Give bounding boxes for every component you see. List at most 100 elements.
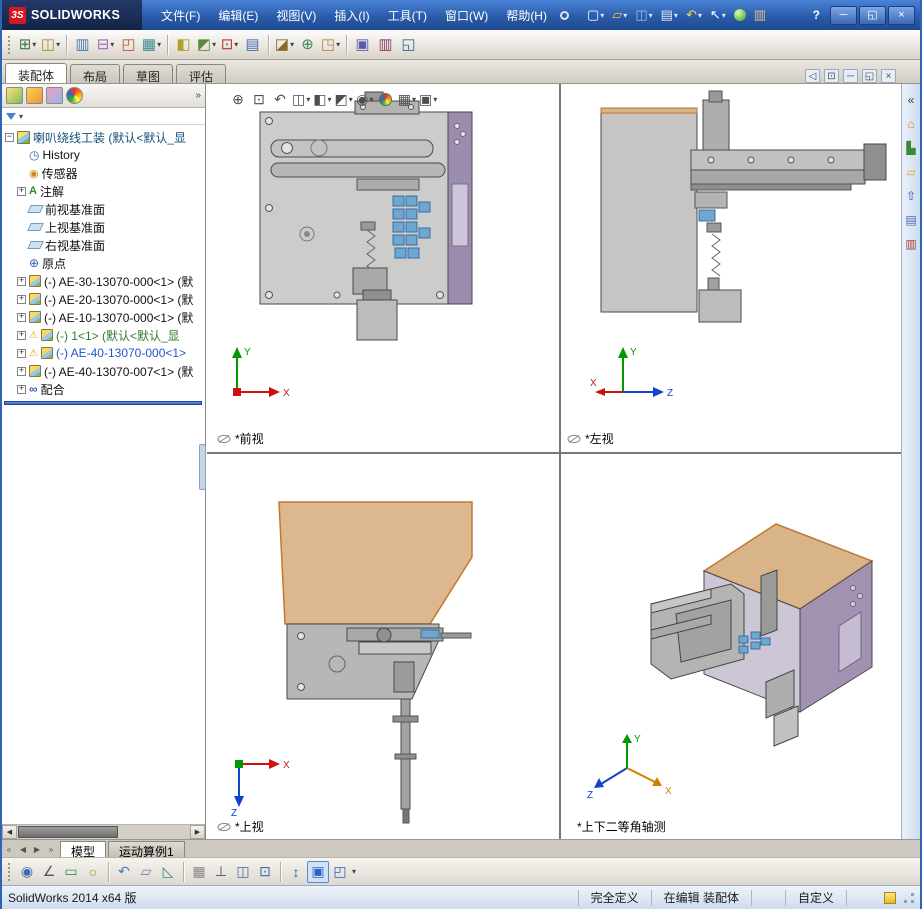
tree-item-top-plane[interactable]: 上视基准面 [2,218,205,236]
tree-item-sensors[interactable]: ◉ 传感器 [2,164,205,182]
smart-fasteners-button[interactable]: ◰ [117,33,140,57]
parallelogram-tool-button[interactable]: ▱ [135,861,157,883]
first-tab-button[interactable]: « [2,841,16,857]
property-manager-tab-icon[interactable] [26,87,43,104]
tree-item-ae-40-13070-007[interactable]: + (-) AE-40-13070-007<1> (默 [2,362,205,380]
previous-view-button[interactable]: ↶ [271,89,289,109]
rollback-bar[interactable] [4,401,202,405]
tree-item-history[interactable]: ◷ History [2,146,205,164]
collapse-icon[interactable]: − [5,132,14,142]
maximize-button[interactable]: ◱ [859,5,886,25]
tree-item-front-plane[interactable]: 前视基准面 [2,200,205,218]
rectangle-tool-button[interactable]: ▭ [60,861,82,883]
toolbar-grip[interactable] [8,35,11,54]
tab-motion-study[interactable]: 运动算例1 [108,841,185,859]
edit-appearance-button[interactable] [377,89,395,109]
insert-components-button[interactable]: ◫ ▾ [39,33,62,57]
filter-funnel-icon[interactable] [6,112,16,120]
next-tab-button[interactable]: ▶ [30,841,44,857]
zoom-to-area-button[interactable]: ⊡ [250,89,268,109]
tag-icon[interactable] [884,891,896,904]
collapse-task-pane-icon[interactable]: « [903,90,920,109]
view-palette-icon[interactable]: ⇧ [903,186,920,205]
expand-icon[interactable]: + [17,276,26,286]
viewport-isometric[interactable]: Y Z X *上下二等角轴测 [561,454,901,839]
rebuild-button[interactable] [730,4,750,26]
angle-snap-button[interactable]: ∠ [38,861,60,883]
menu-tools[interactable]: 工具(T) [379,2,436,29]
expand-icon[interactable]: + [17,330,26,340]
perpendicular-snap-button[interactable]: ⊥ [210,861,232,883]
expand-icon[interactable]: + [17,384,26,394]
tree-item-origin[interactable]: ⊕ 原点 [2,254,205,272]
exploded-view-button[interactable]: ⊕ [296,33,319,57]
triangle-snap-button[interactable]: ◺ [157,861,179,883]
menu-help[interactable]: 帮助(H) [497,2,556,29]
doc-close-button[interactable]: × [881,69,896,83]
menu-insert[interactable]: 插入(I) [325,2,378,29]
undo-button[interactable]: ↶ ▾ [682,4,706,26]
edit-component-button[interactable]: ⊞ ▾ [16,33,39,57]
tree-item-ae-20-13070-000[interactable]: + (-) AE-20-13070-000<1> (默 [2,290,205,308]
toolbar-overflow-icon[interactable]: ▾ [352,867,356,876]
resources-home-icon[interactable]: ⌂ [903,114,920,133]
fit-height-button[interactable]: ↕ [285,861,307,883]
save-view-button[interactable]: ◰ [329,861,351,883]
tree-item-1[interactable]: + ⚠ (-) 1<1> (默认<默认_显 [2,326,205,344]
expand-icon[interactable]: + [17,366,26,376]
configuration-manager-tab-icon[interactable] [46,87,63,104]
open-button[interactable]: ▱ ▾ [608,4,631,26]
display-manager-tab-icon[interactable] [66,87,83,104]
grid-toggle-button[interactable]: ▦ [188,861,210,883]
select-filter-button[interactable]: ◉ [16,861,38,883]
resize-grip[interactable] [904,892,914,903]
tree-item-ae-40-13070-000[interactable]: + ⚠ (-) AE-40-13070-000<1> [2,344,205,362]
feature-tree-tab-icon[interactable] [6,87,23,104]
doc-pane-button[interactable]: ⊡ [824,69,839,83]
circle-tool-button[interactable]: ○ [82,861,104,883]
tree-item-ae-30-13070-000[interactable]: + (-) AE-30-13070-000<1> (默 [2,272,205,290]
doc-previous-button[interactable]: ◁ [805,69,820,83]
new-document-button[interactable]: ▢ ▾ [583,4,608,26]
tree-item-mates[interactable]: + ∞ 配合 [2,380,205,398]
explode-line-sketch-button[interactable]: ◳ ▾ [319,33,342,57]
appearances-scenes-icon[interactable]: ▤ [903,210,920,229]
tab-assembly[interactable]: 装配体 [5,63,68,83]
bill-of-materials-button[interactable]: ◪ ▾ [273,33,296,57]
motion-study-button[interactable]: ▤ [241,33,264,57]
view-orientation-button[interactable]: ◧ ▾ [313,89,331,109]
tree-horizontal-scrollbar[interactable]: ◀ ▶ [2,824,205,839]
display-style-button[interactable]: ◩ ▾ [335,89,353,109]
menu-pin-icon[interactable] [559,10,569,20]
menu-view[interactable]: 视图(V) [267,2,325,29]
save-button[interactable]: ◫ ▾ [631,4,656,26]
interference-detection-button[interactable]: ▣ [351,33,374,57]
expand-icon[interactable]: + [17,348,26,358]
apply-scene-button[interactable]: ▦ ▾ [398,89,416,109]
viewport-layout-button[interactable]: ▣ [307,860,329,883]
expand-icon[interactable]: + [17,294,26,304]
scroll-right-arrow[interactable]: ▶ [190,825,205,839]
panel-overflow-chevron-icon[interactable]: » [195,90,201,101]
tab-model[interactable]: 模型 [60,841,107,859]
filter-dropdown-icon[interactable]: ▾ [19,112,23,121]
viewport-top[interactable]: X Z *上视 [207,454,559,839]
section-view-button[interactable]: ◫ ▾ [292,89,310,109]
minimize-button[interactable]: ─ [830,5,857,25]
design-library-icon[interactable]: ▙ [903,138,920,157]
tab-evaluate[interactable]: 评估 [176,64,227,84]
undo-view-button[interactable]: ↶ [113,861,135,883]
custom-dropdown[interactable]: 自定义 [784,889,846,906]
move-component-button[interactable]: ▦ ▾ [140,33,163,57]
expand-icon[interactable]: + [17,312,26,322]
show-hidden-components-button[interactable]: ◧ [172,33,195,57]
menu-window[interactable]: 窗口(W) [436,2,497,29]
scroll-left-arrow[interactable]: ◀ [2,825,17,839]
scrollbar-thumb[interactable] [18,826,118,838]
tree-item-ae-10-13070-000[interactable]: + (-) AE-10-13070-000<1> (默 [2,308,205,326]
viewport-front[interactable]: ⊕ ⊡ ↶ ◫ ▾ ◧ ▾ ◩ ▾ ◉ ▾ ▦ ▾ ▣ ▾ Y X *前视 [207,84,559,452]
tree-item-right-plane[interactable]: 右视基准面 [2,236,205,254]
panel-splitter-handle[interactable] [199,444,206,490]
measure-button[interactable]: ▥ [374,33,397,57]
select-button[interactable]: ↖ ▾ [706,4,730,26]
